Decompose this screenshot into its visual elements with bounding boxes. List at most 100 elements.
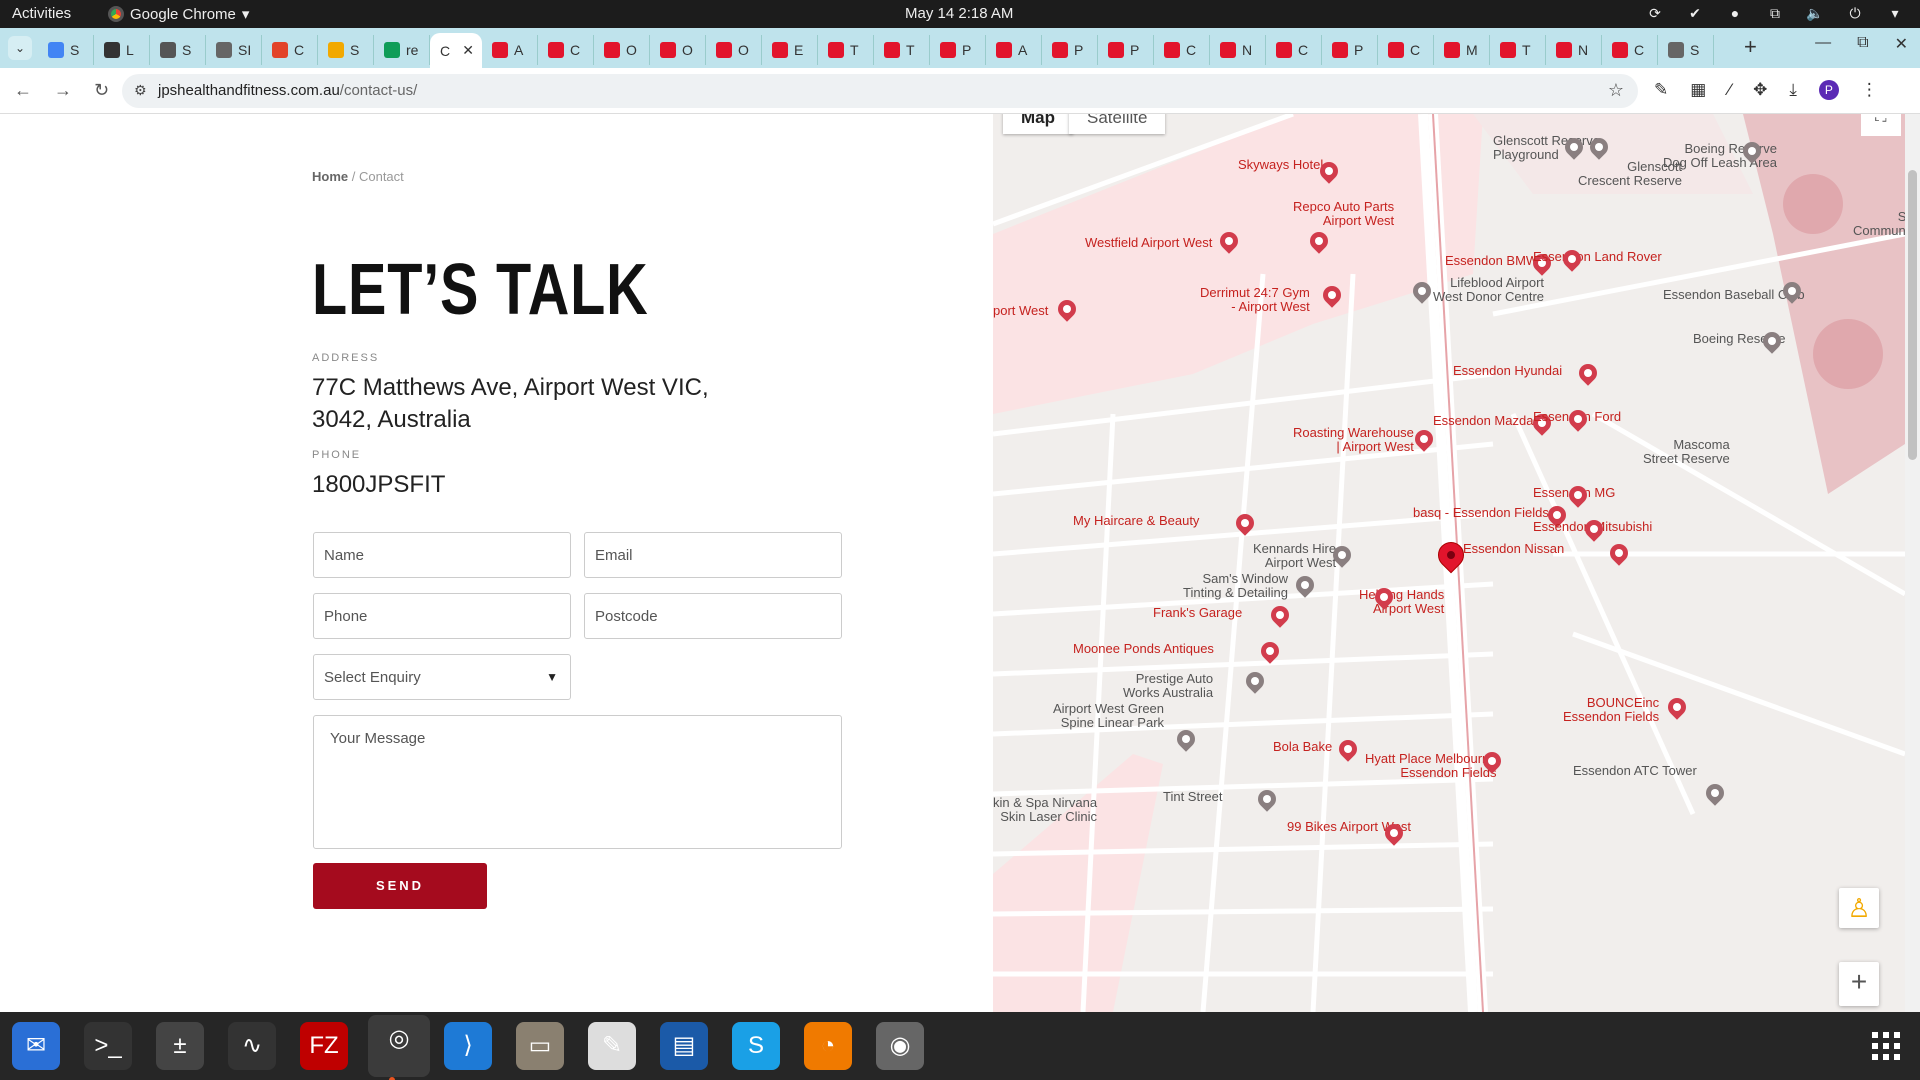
zoom-in-button[interactable]: + [1839, 962, 1879, 1006]
new-tab-button[interactable]: + [1744, 34, 1757, 60]
google-map[interactable]: Map Satellite ⛶ Skyways Hotel Repco Auto … [993, 114, 1905, 1012]
tab[interactable]: S [150, 35, 206, 65]
dock-thunderbird-icon[interactable]: ✉ [12, 1022, 60, 1070]
map-type-satellite-button[interactable]: Satellite [1069, 114, 1166, 134]
back-icon[interactable]: ← [14, 80, 32, 101]
show-apps-button[interactable] [1872, 1032, 1900, 1060]
tab[interactable]: S [318, 35, 374, 65]
update-icon[interactable]: ⟳ [1646, 5, 1664, 22]
tab[interactable]: S [38, 35, 94, 65]
name-field[interactable]: Name [313, 532, 571, 578]
tab[interactable]: O [650, 35, 706, 65]
postcode-field[interactable]: Postcode [584, 593, 842, 639]
map-poi-label[interactable]: Essendon Land Rover [1533, 250, 1662, 264]
dock-files-icon[interactable]: ▭ [516, 1022, 564, 1070]
map-poi-label[interactable]: Bola Bake [1273, 740, 1332, 754]
tab[interactable]: P [1098, 35, 1154, 65]
map-poi-label[interactable]: kin & Spa Nirvana Skin Laser Clinic [993, 796, 1097, 824]
map-poi-label[interactable]: Frank's Garage [1153, 606, 1242, 620]
map-poi-label[interactable]: Moonee Ponds Antiques [1073, 642, 1214, 656]
tab[interactable]: SI [206, 35, 262, 65]
map-poi-label[interactable]: Essendon Hyundai [1453, 364, 1562, 378]
map-poi-label[interactable]: Kennards Hire Airport West [1253, 542, 1336, 570]
close-icon[interactable]: ✕ [1895, 34, 1908, 54]
activities-button[interactable]: Activities [12, 5, 71, 22]
dock-text-editor-icon[interactable]: ✎ [588, 1022, 636, 1070]
dock-disks-icon[interactable]: ◉ [876, 1022, 924, 1070]
dock-terminal-icon[interactable]: >_ [84, 1022, 132, 1070]
map-poi-label[interactable]: Hyatt Place Melbourne Essendon Fields [1365, 752, 1497, 780]
breadcrumb-home-link[interactable]: Home [312, 169, 348, 184]
tab[interactable]: P [1322, 35, 1378, 65]
map-poi-label[interactable]: port West [993, 304, 1048, 318]
map-poi-label[interactable]: Essendon ATC Tower [1573, 764, 1697, 778]
tab[interactable]: E [762, 35, 818, 65]
tab[interactable]: S [1658, 35, 1714, 65]
download-icon[interactable]: ⤓ [1789, 80, 1797, 100]
tab-search-icon[interactable]: ⌄ [8, 36, 32, 60]
dock-system-monitor-icon[interactable]: ∿ [228, 1022, 276, 1070]
dock-skype-icon[interactable]: S [732, 1022, 780, 1070]
tab[interactable]: C [1602, 35, 1658, 65]
system-tray[interactable]: ⟳ ✔ ● ⧉ 🔈 ⏻ ▾ [1646, 5, 1904, 22]
phone-value[interactable]: 1800JPSFIT [312, 469, 445, 501]
send-button[interactable]: SEND [313, 863, 487, 909]
tab[interactable]: A [986, 35, 1042, 65]
map-poi-label[interactable]: Airport West Green Spine Linear Park [1053, 702, 1164, 730]
tab[interactable]: O [594, 35, 650, 65]
tab[interactable]: N [1210, 35, 1266, 65]
page-scrollbar[interactable] [1905, 114, 1920, 1012]
tab[interactable]: T [1490, 35, 1546, 65]
map-poi-label[interactable]: BOUNCEinc Essendon Fields [1563, 696, 1659, 724]
message-textarea[interactable]: Your Message [313, 715, 842, 849]
map-poi-label[interactable]: Glenscott Reserve Playground [1493, 134, 1600, 162]
dock-visual-studio-code-icon[interactable]: ⟩ [444, 1022, 492, 1070]
map-poi-label[interactable]: Roasting Warehouse | Airport West [1293, 426, 1414, 454]
tab[interactable]: C [262, 35, 318, 65]
map-poi-label[interactable]: Westfield Airport West [1085, 236, 1212, 250]
dock-filezilla-icon[interactable]: FZ [300, 1022, 348, 1070]
map-poi-label[interactable]: Tint Street [1163, 790, 1222, 804]
phone-field[interactable]: Phone [313, 593, 571, 639]
more-menu-icon[interactable]: ⋮ [1861, 80, 1878, 100]
profile-avatar[interactable]: P [1818, 80, 1839, 100]
tab[interactable]: T [874, 35, 930, 65]
restore-icon[interactable]: ⧉ [1857, 34, 1868, 54]
map-poi-label[interactable]: basq - Essendon Fields [1413, 506, 1549, 520]
calendar-icon[interactable]: ▦ [1690, 80, 1706, 100]
map-poi-label[interactable]: Repco Auto Parts Airport West [1293, 200, 1394, 228]
extension-icon[interactable]: ● [1726, 5, 1744, 22]
tab[interactable]: M [1434, 35, 1490, 65]
check-icon[interactable]: ✔ [1686, 5, 1704, 22]
map-poi-label[interactable]: Sam's Window Tinting & Detailing [1183, 572, 1288, 600]
tab[interactable]: re [374, 35, 430, 65]
tab[interactable]: C [1154, 35, 1210, 65]
chevron-down-icon[interactable]: ▾ [1886, 5, 1904, 22]
tab[interactable]: P [930, 35, 986, 65]
map-poi-label[interactable]: Skyways Hotel [1238, 158, 1323, 172]
map-poi-label[interactable]: Lifeblood Airport West Donor Centre [1433, 276, 1544, 304]
bookmark-star-icon[interactable]: ☆ [1608, 80, 1624, 101]
map-poi-label[interactable]: Derrimut 24:7 Gym - Airport West [1200, 286, 1310, 314]
tab[interactable]: A [482, 35, 538, 65]
tab-close-icon[interactable]: ✕ [462, 42, 474, 59]
power-icon[interactable]: ⏻ [1846, 5, 1864, 22]
pen-icon[interactable]: ⁄ [1728, 80, 1731, 100]
scrollbar-thumb[interactable] [1908, 170, 1917, 460]
tab[interactable]: P [1042, 35, 1098, 65]
map-type-map-button[interactable]: Map [1003, 114, 1073, 134]
tab[interactable]: O [706, 35, 762, 65]
tab[interactable]: T [818, 35, 874, 65]
tab[interactable]: N [1546, 35, 1602, 65]
email-field[interactable]: Email [584, 532, 842, 578]
map-poi-label[interactable]: Essendon Mazda [1433, 414, 1533, 428]
map-poi-label[interactable]: Helping Hands Airport West [1359, 588, 1444, 616]
tab-active[interactable]: C ✕ [430, 33, 482, 68]
dock-blender-icon[interactable]: ◔ [804, 1022, 852, 1070]
clock[interactable]: May 14 2:18 AM [905, 5, 1013, 22]
map-poi-label[interactable]: Strath Community G [1853, 210, 1905, 238]
map-poi-label[interactable]: Essendon Nissan [1463, 542, 1564, 556]
tab[interactable]: C [538, 35, 594, 65]
site-info-icon[interactable]: ⚙ [134, 82, 147, 99]
map-poi-label[interactable]: My Haircare & Beauty [1073, 514, 1199, 528]
